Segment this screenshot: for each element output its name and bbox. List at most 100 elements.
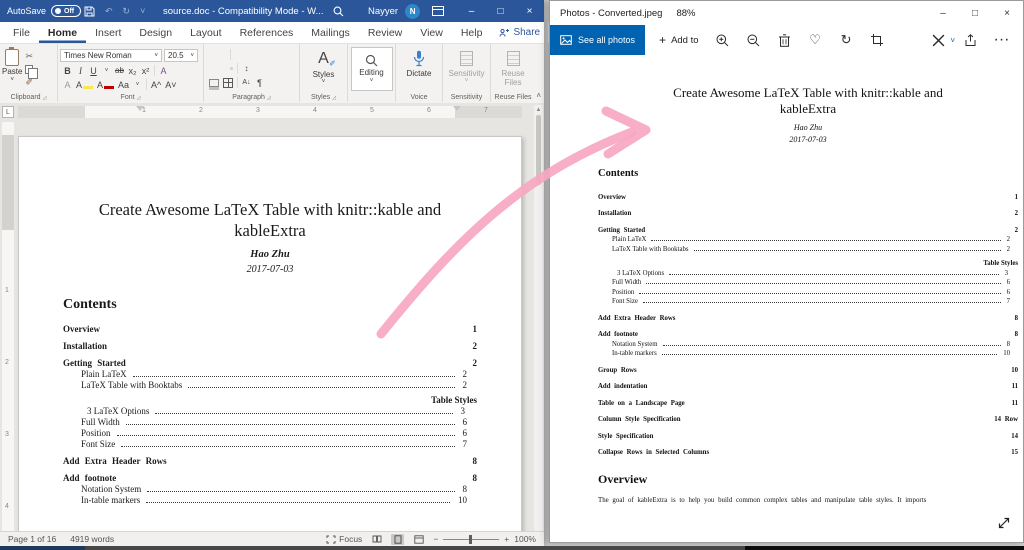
zoom-in-icon[interactable] [707,25,738,55]
web-layout-button[interactable] [412,534,425,545]
zoom-out-icon[interactable] [738,25,769,55]
tab-layout[interactable]: Layout [181,22,231,43]
paragraph-launcher-icon[interactable]: ◿ [267,95,271,101]
shrink-font-button[interactable]: A˅ [165,80,176,90]
styles-button[interactable]: Styles [313,70,335,79]
underline-button[interactable]: U [89,66,98,76]
scroll-up-icon[interactable]: ▲ [536,107,542,113]
tab-review[interactable]: Review [359,22,411,43]
underline-chevron-icon[interactable]: ˅ [102,68,111,74]
decrease-indent-icon[interactable] [235,53,238,56]
tab-references[interactable]: References [231,22,303,43]
favorite-icon[interactable]: ♡ [800,25,831,55]
tab-design[interactable]: Design [130,22,181,43]
dictate-button[interactable]: Dictate [407,50,432,78]
undo-icon[interactable]: ↶ [105,6,113,17]
collapse-ribbon-icon[interactable]: ˄ [536,91,541,100]
change-case-button[interactable]: Aa [118,80,129,90]
tab-help[interactable]: Help [452,22,492,43]
zoom-slider-thumb[interactable] [469,535,472,544]
styles-launcher-icon[interactable]: ◿ [332,95,336,101]
add-to-button[interactable]: + Add to [659,33,698,47]
maximize-button[interactable]: □ [486,0,515,22]
search-icon[interactable] [333,0,344,22]
copy-icon[interactable] [25,65,33,74]
tab-home[interactable]: Home [39,22,86,43]
read-mode-button[interactable] [370,534,383,545]
redo-icon[interactable]: ↻ [123,6,131,17]
increase-indent-icon[interactable] [242,53,245,56]
font-launcher-icon[interactable]: ◿ [137,95,141,101]
more-icon[interactable]: ··· [986,25,1017,55]
close-button[interactable]: × [991,1,1023,25]
tab-file[interactable]: File [4,22,39,43]
crop-icon[interactable] [862,25,893,55]
justify-icon[interactable] [230,67,233,70]
borders-icon[interactable] [223,78,233,88]
zoom-in-icon[interactable]: + [504,534,509,544]
autosave-control[interactable]: AutoSave Off [7,0,81,22]
numbering-icon[interactable] [216,53,219,56]
align-center-icon[interactable] [216,67,219,70]
font-color-button[interactable]: A [97,80,114,90]
minimize-button[interactable]: – [457,0,486,22]
delete-icon[interactable] [769,25,800,55]
text-effects-button[interactable]: A [63,80,72,90]
tab-view[interactable]: View [411,22,452,43]
align-right-icon[interactable] [223,67,226,70]
document-page[interactable]: Create Awesome LaTeX Table with knitr::k… [18,136,522,531]
avatar[interactable]: N [405,4,420,19]
case-chevron-icon[interactable]: ˅ [133,82,142,88]
customize-qat-icon[interactable]: ˅ [140,6,145,16]
strikethrough-button[interactable]: ab [115,66,124,75]
line-spacing-icon[interactable]: ↕ [242,64,251,73]
focus-button[interactable]: Focus [326,534,362,544]
align-left-icon[interactable] [209,67,212,70]
editing-button[interactable]: Editing ˅ [351,47,393,91]
paste-button[interactable]: Paste ˅ [2,49,22,83]
shading-icon[interactable] [209,79,219,87]
scrollbar-thumb[interactable] [536,115,541,185]
close-button[interactable]: × [515,0,544,22]
tab-selector-icon[interactable]: L [2,106,14,118]
autosave-toggle[interactable]: Off [51,5,81,17]
share-icon[interactable] [955,25,986,55]
highlight-button[interactable]: A [76,80,93,90]
font-size-select[interactable]: 20.5˅ [164,49,198,62]
save-icon[interactable] [84,6,95,17]
tab-insert[interactable]: Insert [86,22,130,43]
sort-icon[interactable]: A↓ [242,79,251,86]
page-indicator[interactable]: Page 1 of 16 [8,534,56,544]
clipboard-launcher-icon[interactable]: ◿ [43,95,47,101]
subscript-button[interactable]: x₂ [128,66,137,76]
styles-icon[interactable]: A✐ [318,51,329,67]
ribbon-display-options-icon[interactable] [432,0,444,22]
see-all-photos-button[interactable]: See all photos [550,25,645,55]
font-name-select[interactable]: Times New Roman˅ [60,49,162,62]
vertical-scrollbar[interactable]: ▲ [534,105,543,531]
italic-button[interactable]: I [76,66,85,76]
superscript-button[interactable]: x² [141,66,150,76]
bold-button[interactable]: B [63,66,72,76]
vertical-ruler[interactable]: 1234 [2,122,14,531]
grow-font-button[interactable]: A^ [151,80,161,90]
clear-formatting-button[interactable]: A [159,66,168,76]
maximize-button[interactable]: □ [959,1,991,25]
tab-mailings[interactable]: Mailings [302,22,359,43]
cut-icon[interactable]: ✂ [25,51,33,62]
multilevel-list-icon[interactable] [223,53,226,56]
photo-image[interactable]: Create Awesome LaTeX Table with knitr::k… [598,55,1018,504]
show-marks-icon[interactable]: ¶ [255,78,264,88]
actual-size-icon[interactable] [997,516,1011,530]
zoom-out-icon[interactable]: − [433,534,438,544]
horizontal-ruler[interactable]: 1234567 [18,106,522,118]
rotate-icon[interactable]: ↻ [831,25,862,55]
account-control[interactable]: Nayyer N [368,0,420,22]
bullets-icon[interactable] [209,53,212,56]
word-count[interactable]: 4919 words [70,534,114,544]
print-layout-button[interactable] [391,534,404,545]
zoom-slider[interactable] [443,539,499,540]
share-button[interactable]: Share [491,22,548,43]
zoom-level[interactable]: 100% [514,534,536,544]
minimize-button[interactable]: – [927,1,959,25]
